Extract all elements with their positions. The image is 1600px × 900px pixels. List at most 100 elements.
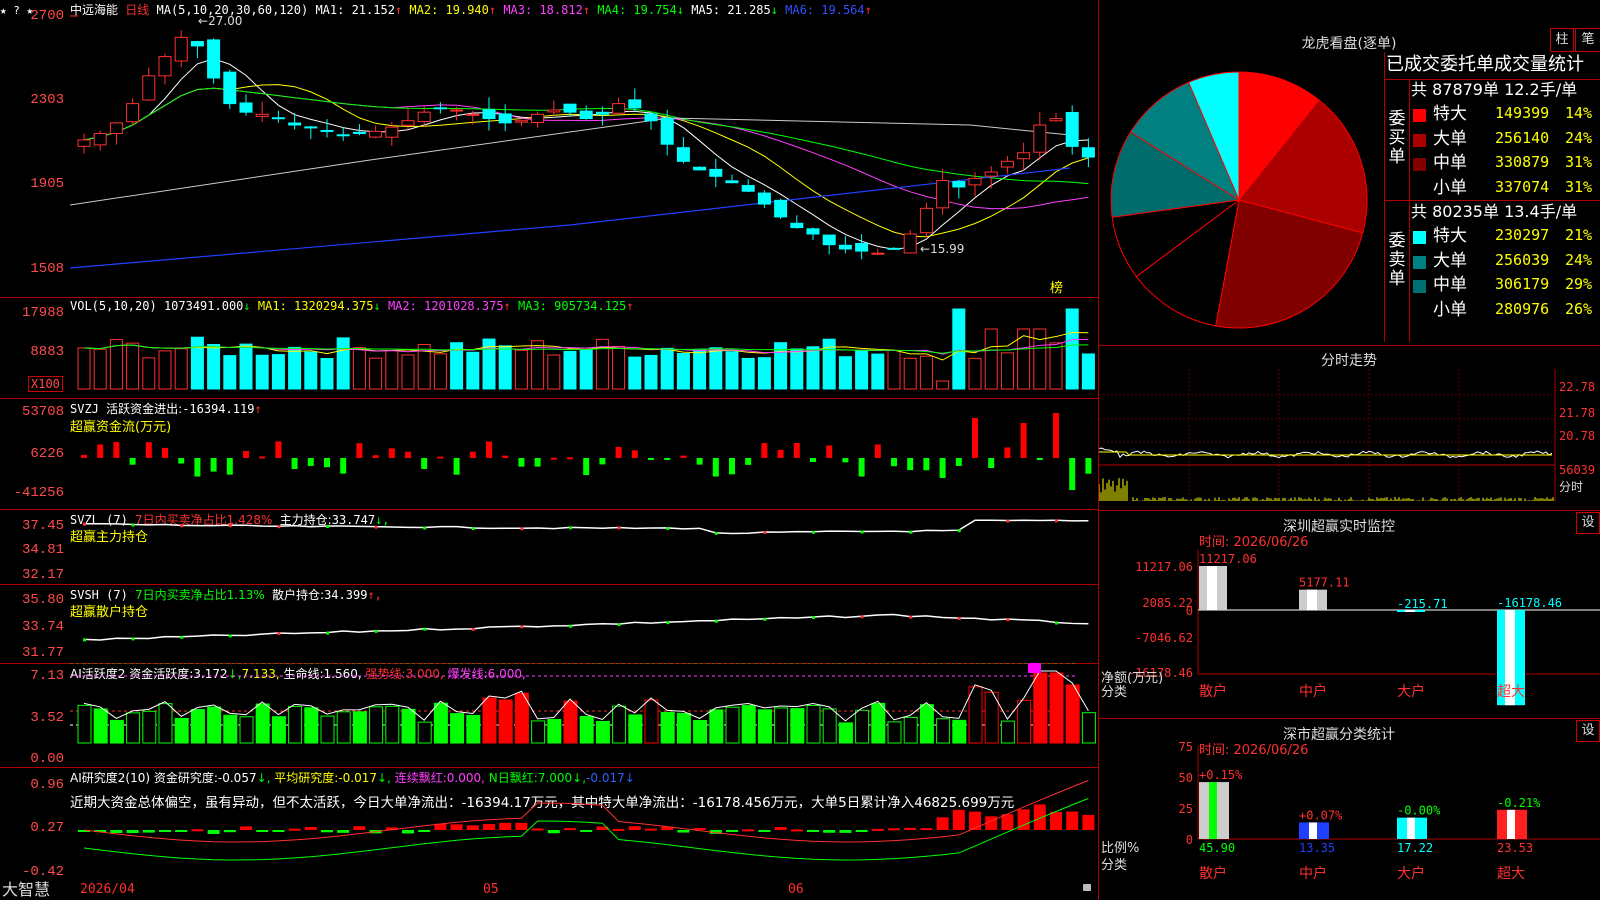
- sz-category-chart[interactable]: 75 50 25 0 +0.15% 45.90 散户 +0.07% 13.35 中户 -0.00% 1…: [1099, 718, 1600, 900]
- candle: [482, 109, 496, 120]
- research-bar: [110, 830, 123, 834]
- svzl-panel[interactable]: 37.45 34.81 32.17 SVZL (7) 7日内买卖净占比1.428…: [0, 509, 1098, 585]
- intraday-chart[interactable]: 22.78 21.78 20.78 56039 分时: [1099, 369, 1600, 510]
- volume-bar: [320, 358, 334, 390]
- research-bar: [742, 829, 755, 832]
- flow-bar: [810, 458, 816, 463]
- holding-dot: [131, 523, 135, 527]
- category-name: 超大: [1497, 866, 1525, 882]
- ai-research-chart[interactable]: [70, 767, 1098, 880]
- research-bar: [142, 830, 155, 833]
- candle: [563, 103, 577, 113]
- research-bar: [256, 830, 269, 832]
- candle: [1049, 118, 1063, 122]
- holding-dot: [423, 526, 427, 530]
- activity-bar: [741, 705, 756, 744]
- flow-bar: [421, 458, 428, 469]
- sz-monitor-axis-label: -7046.62: [1135, 631, 1193, 645]
- volume-bar: [628, 356, 642, 390]
- lock-icon[interactable]: [1083, 884, 1091, 891]
- volume-bar: [1065, 308, 1079, 390]
- volume-bar: [660, 347, 674, 390]
- flow-bar: [923, 458, 930, 471]
- flow-bar: [194, 458, 201, 477]
- burst-marker: [1028, 663, 1041, 673]
- volume-bar: [725, 351, 739, 390]
- holding-dot: [957, 529, 961, 533]
- activity-bar: [401, 708, 416, 744]
- activity-bar: [1000, 720, 1015, 744]
- activity-bar: [142, 710, 157, 744]
- research-bar: [580, 830, 593, 832]
- volume-panel[interactable]: 17988 8883 X100 VOL(5,10,20) 1073491.000…: [0, 297, 1098, 399]
- candle: [531, 113, 545, 124]
- dragon-panel[interactable]: 龙虎看盘(逐单) 柱 笔 已成交委托单成交量统计 共 87879单 12.2手/…: [1099, 0, 1600, 346]
- sz-category-axis-label: 75: [1179, 740, 1193, 754]
- flow-bar: [129, 458, 136, 465]
- flow-bar: [226, 458, 233, 475]
- volume-unit-badge: X100: [28, 376, 63, 392]
- sell-row-pct: 26%: [1565, 299, 1593, 318]
- ratio-bar-highlight: [1309, 822, 1317, 839]
- tick-mode-button[interactable]: 笔: [1575, 28, 1600, 52]
- sz-monitor-panel[interactable]: 深圳超赢实时监控 设 时间: 2026/06/26 11217.06 2085.2…: [1099, 510, 1600, 719]
- ratio-value: 23.53: [1497, 841, 1533, 855]
- intraday-axis-label: 20.78: [1559, 429, 1595, 443]
- svzl-axis-label: 34.81: [21, 542, 64, 558]
- svzl-chart[interactable]: [70, 509, 1098, 584]
- holding-dot: [131, 637, 135, 641]
- research-bar: [223, 830, 236, 833]
- activity-bar: [174, 717, 189, 744]
- bar-mode-button[interactable]: 柱: [1550, 28, 1574, 52]
- ratio-bar-highlight: [1507, 809, 1515, 839]
- flow-bar: [567, 457, 573, 460]
- candle: [336, 134, 350, 137]
- candle: [1017, 152, 1031, 160]
- activity-bar: [1065, 684, 1080, 744]
- volume-bar: [158, 350, 172, 390]
- holding-dot: [909, 615, 913, 619]
- sell-row-value: 306179: [1495, 275, 1550, 293]
- sz-category-axis-label: 50: [1179, 771, 1193, 785]
- flow-bar: [907, 458, 914, 471]
- candle: [385, 126, 399, 138]
- order-pie-chart[interactable]: [1099, 60, 1381, 340]
- ai-research-panel[interactable]: 0.96 0.27 -0.42 AI研究度2(10) 资金研究度:-0.057↓…: [0, 767, 1098, 881]
- svsh-chart[interactable]: [70, 584, 1098, 663]
- activity-bar: [385, 705, 400, 744]
- ai-active-chart[interactable]: [70, 663, 1098, 767]
- ai-active-panel[interactable]: 7.13 3.52 0.00 AI活跃度2 资金活跃度:3.172↓,7.133…: [0, 663, 1098, 768]
- flow-bar: [745, 458, 752, 465]
- candle: [903, 233, 917, 254]
- activity-bar: [968, 686, 983, 744]
- kline-panel[interactable]: ★ ? ★ 2700 2303 1905 1508 中远海能 日线 MA(5,1…: [0, 0, 1098, 298]
- svsh-panel[interactable]: 35.80 33.74 31.77 SVSH (7) 7日内买卖净占比1.13%…: [0, 584, 1098, 664]
- sz-category-panel[interactable]: 深市超赢分类统计 设 时间: 2026/06/26 75 50 25 0 +0.15% 4…: [1099, 718, 1600, 900]
- net-bar-highlight: [1307, 589, 1317, 610]
- volume-bar: [1033, 328, 1047, 390]
- volume-bar: [919, 355, 933, 390]
- buy-row-pct: 31%: [1565, 177, 1593, 196]
- holding-dot: [617, 623, 621, 627]
- activity-bar: [109, 719, 124, 744]
- buy-row-swatch: [1413, 133, 1426, 147]
- holding-dot: [666, 526, 670, 530]
- intraday-panel[interactable]: 分时走势 22.78 21.78 20.78 56039 分时: [1099, 345, 1600, 511]
- category-name: 大户: [1397, 865, 1425, 882]
- holding-dot: [860, 530, 864, 534]
- candle: [709, 168, 723, 177]
- research-bar: [774, 827, 787, 830]
- bang-label[interactable]: 榜: [1050, 282, 1063, 295]
- net-bar-highlight: [1207, 565, 1217, 610]
- activity-bar: [936, 718, 951, 744]
- flow-bar: [793, 443, 800, 458]
- research-bar: [790, 829, 803, 832]
- svzj-chart[interactable]: [70, 398, 1098, 509]
- svzj-panel[interactable]: 53708 6226 -41256 SVZJ 活跃资金进出:-16394.119…: [0, 398, 1098, 510]
- candle: [1065, 112, 1079, 147]
- volume-axis-label: 8883: [30, 344, 64, 360]
- sz-monitor-chart[interactable]: 11217.062085.220-7046.62-16178.4611217.0…: [1099, 510, 1600, 718]
- volume-chart[interactable]: [70, 297, 1098, 398]
- activity-bar: [676, 712, 691, 744]
- holding-dot: [569, 526, 572, 530]
